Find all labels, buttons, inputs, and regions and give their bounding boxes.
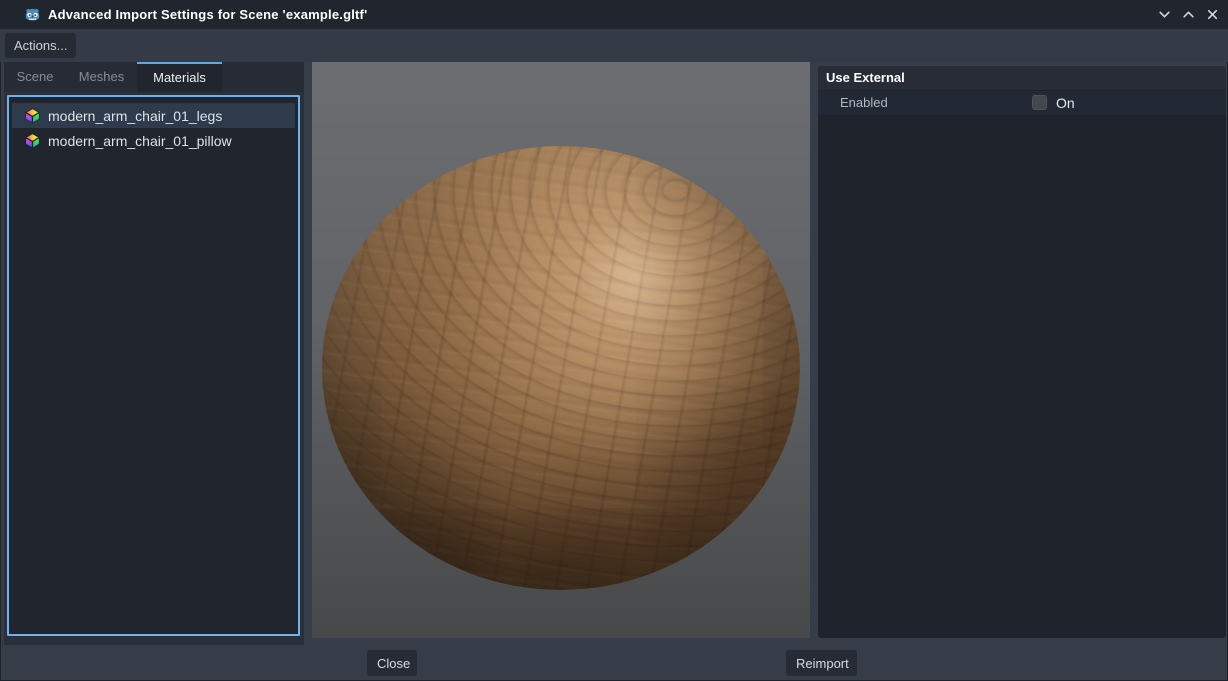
tab-scene[interactable]: Scene <box>4 62 66 92</box>
material-preview-sphere <box>322 146 800 590</box>
material-name: modern_arm_chair_01_legs <box>48 108 222 124</box>
materials-tab-panel: modern_arm_chair_01_legs modern_arm_chai… <box>4 92 304 645</box>
actions-menu-button[interactable]: Actions... <box>5 33 76 58</box>
titlebar[interactable]: Advanced Import Settings for Scene 'exam… <box>0 0 1228 29</box>
enabled-checkbox[interactable] <box>1032 95 1047 110</box>
list-item-material-pillow[interactable]: modern_arm_chair_01_pillow <box>12 128 295 153</box>
materials-list[interactable]: modern_arm_chair_01_legs modern_arm_chai… <box>7 95 300 636</box>
checkbox-on-label[interactable]: On <box>1056 91 1075 115</box>
close-button[interactable]: Close <box>367 650 417 676</box>
advanced-import-settings-dialog: Advanced Import Settings for Scene 'exam… <box>0 0 1228 681</box>
material-preview-viewport[interactable] <box>312 62 810 638</box>
reimport-button[interactable]: Reimport <box>786 650 857 676</box>
property-row-enabled: Enabled On <box>818 91 1226 115</box>
tab-materials[interactable]: Materials <box>137 62 222 92</box>
menubar: Actions... <box>0 29 1228 62</box>
tab-meshes[interactable]: Meshes <box>66 62 137 92</box>
material-cube-icon <box>25 133 40 148</box>
inspector-panel: Use External Enabled On <box>818 66 1226 638</box>
window-title: Advanced Import Settings for Scene 'exam… <box>48 0 367 29</box>
godot-logo-icon <box>24 6 41 23</box>
chevron-down-icon[interactable] <box>1152 3 1176 27</box>
window-controls <box>1152 0 1224 29</box>
list-item-material-legs[interactable]: modern_arm_chair_01_legs <box>12 103 295 128</box>
close-icon[interactable] <box>1200 3 1224 27</box>
chevron-up-icon[interactable] <box>1176 3 1200 27</box>
material-cube-icon <box>25 108 40 123</box>
section-use-external[interactable]: Use External <box>818 66 1226 90</box>
property-label-enabled: Enabled <box>840 91 888 115</box>
material-name: modern_arm_chair_01_pillow <box>48 133 232 149</box>
tab-bar: Scene Meshes Materials <box>4 62 304 92</box>
